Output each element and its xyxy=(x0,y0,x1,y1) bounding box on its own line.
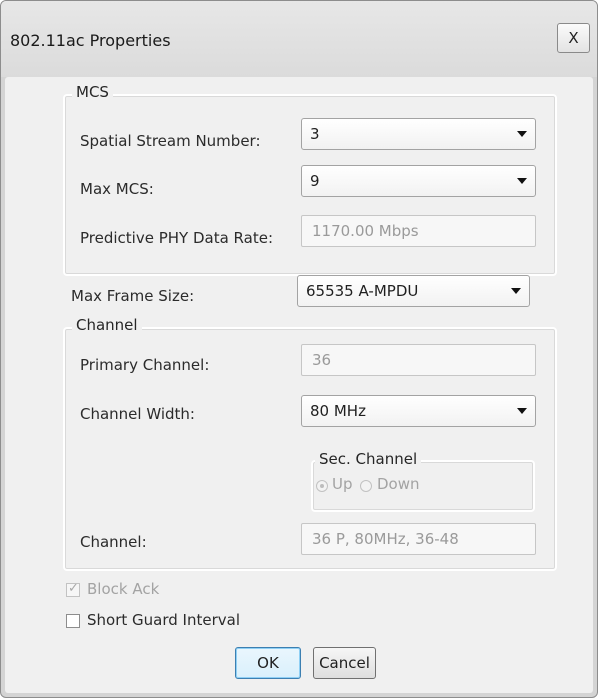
block-ack-checkbox[interactable]: ✓ xyxy=(66,581,80,597)
properties-dialog: 802.11ac Properties X MCS Spatial Stream… xyxy=(0,0,598,698)
short-guard-interval-label: Short Guard Interval xyxy=(87,611,240,629)
close-button[interactable]: X xyxy=(557,23,590,53)
channel-value: 36 P, 80MHz, 36-48 xyxy=(312,530,459,548)
primary-channel-label: Primary Channel: xyxy=(80,356,210,374)
max-frame-size-value: 65535 A-MPDU xyxy=(306,282,419,300)
cancel-button[interactable]: Cancel xyxy=(313,647,376,679)
channel-width-label: Channel Width: xyxy=(80,405,195,423)
max-frame-size-label: Max Frame Size: xyxy=(71,287,195,305)
max-mcs-value: 9 xyxy=(310,172,320,190)
max-frame-size-dropdown[interactable]: 65535 A-MPDU xyxy=(297,275,530,307)
phy-rate-field: 1170.00 Mbps xyxy=(301,215,536,247)
sec-channel-up-radio[interactable] xyxy=(316,480,328,492)
channel-width-value: 80 MHz xyxy=(310,402,366,420)
phy-rate-value: 1170.00 Mbps xyxy=(312,222,419,240)
sec-channel-down-radio[interactable] xyxy=(360,480,372,492)
short-guard-interval-checkbox[interactable] xyxy=(66,614,80,628)
mcs-group-label: MCS xyxy=(72,83,113,101)
sec-channel-down-label: Down xyxy=(377,475,420,493)
channel-group-label: Channel xyxy=(72,316,142,334)
ok-button[interactable]: OK xyxy=(235,647,301,679)
window-title: 802.11ac Properties xyxy=(10,31,171,50)
checkmark-icon: ✓ xyxy=(68,581,79,596)
channel-field: 36 P, 80MHz, 36-48 xyxy=(301,523,536,555)
chevron-down-icon xyxy=(511,288,521,294)
title-bar[interactable]: 802.11ac Properties X xyxy=(1,1,597,77)
spatial-stream-dropdown[interactable]: 3 xyxy=(301,118,536,150)
phy-rate-label: Predictive PHY Data Rate: xyxy=(80,229,273,247)
chevron-down-icon xyxy=(517,178,527,184)
channel-label: Channel: xyxy=(80,533,147,551)
dialog-content: MCS Spatial Stream Number: 3 Max MCS: 9 … xyxy=(5,77,593,693)
sec-channel-group-label: Sec. Channel xyxy=(315,450,422,468)
chevron-down-icon xyxy=(517,131,527,137)
primary-channel-field: 36 xyxy=(301,344,536,376)
channel-width-dropdown[interactable]: 80 MHz xyxy=(301,395,536,427)
spatial-stream-label: Spatial Stream Number: xyxy=(80,132,261,150)
max-mcs-label: Max MCS: xyxy=(80,180,154,198)
max-mcs-dropdown[interactable]: 9 xyxy=(301,165,536,197)
block-ack-label: Block Ack xyxy=(87,580,160,598)
spatial-stream-value: 3 xyxy=(310,125,320,143)
chevron-down-icon xyxy=(517,408,527,414)
sec-channel-up-label: Up xyxy=(332,475,353,493)
primary-channel-value: 36 xyxy=(312,351,332,369)
